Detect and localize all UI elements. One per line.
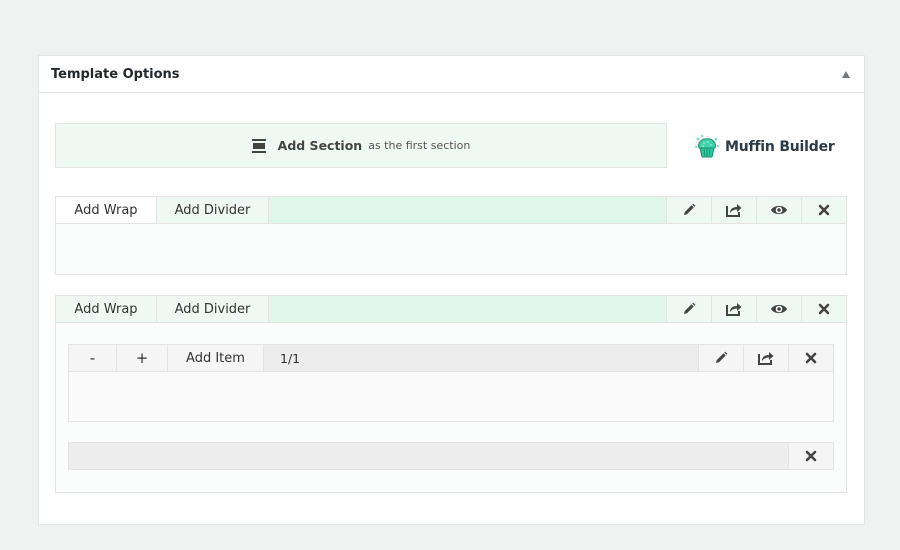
add-wrap-button[interactable]: Add Wrap: [56, 197, 157, 223]
pencil-icon: [716, 351, 728, 363]
wrap-toolbar: - + Add Item 1/1: [69, 345, 833, 372]
close-icon: [818, 204, 830, 216]
muffin-icon: [694, 134, 720, 158]
delete-divider-button[interactable]: [788, 443, 833, 469]
section-drag-handle[interactable]: [269, 296, 666, 322]
delete-wrap-button[interactable]: [788, 345, 833, 371]
panel-header[interactable]: Template Options: [39, 56, 864, 93]
close-icon: [805, 352, 817, 364]
template-options-panel: Template Options Add Section as the firs…: [38, 55, 865, 525]
add-section-label: Add Section: [277, 138, 363, 153]
add-divider-button[interactable]: Add Divider: [157, 197, 269, 223]
pencil-icon: [684, 203, 696, 215]
eye-icon: [771, 205, 787, 215]
add-item-button[interactable]: Add Item: [168, 345, 264, 371]
hide-section-button[interactable]: [756, 197, 801, 223]
delete-section-button[interactable]: [801, 197, 846, 223]
triangle-up-icon[interactable]: [842, 70, 850, 78]
clone-section-button[interactable]: [711, 296, 756, 322]
logo-text: Muffin Builder: [725, 139, 835, 155]
add-wrap-button[interactable]: Add Wrap: [56, 296, 157, 322]
clone-section-button[interactable]: [711, 197, 756, 223]
panel-title: Template Options: [51, 66, 180, 82]
delete-section-button[interactable]: [801, 296, 846, 322]
section-drag-handle[interactable]: [269, 197, 666, 223]
builder-section: Add Wrap Add Divider: [55, 196, 847, 275]
increase-wrap-size-button[interactable]: +: [117, 345, 168, 371]
wrap-container: - + Add Item 1/1: [68, 344, 834, 422]
close-icon: [805, 450, 817, 462]
decrease-wrap-size-button[interactable]: -: [69, 345, 117, 371]
section-toolbar: Add Wrap Add Divider: [56, 197, 846, 224]
add-divider-button[interactable]: Add Divider: [157, 296, 269, 322]
section-icon: [251, 138, 266, 153]
share-icon: [758, 352, 774, 365]
wrap-size-label: 1/1: [264, 345, 698, 371]
builder-section: Add Wrap Add Divider - + Add Item 1/1: [55, 295, 847, 493]
share-icon: [726, 204, 742, 217]
pencil-icon: [684, 302, 696, 314]
share-icon: [726, 303, 742, 316]
edit-wrap-button[interactable]: [698, 345, 743, 371]
edit-section-button[interactable]: [666, 296, 711, 322]
add-section-hint: as the first section: [368, 139, 471, 152]
section-toolbar: Add Wrap Add Divider: [56, 296, 846, 323]
eye-icon: [771, 304, 787, 314]
add-section-button[interactable]: Add Section as the first section: [55, 123, 667, 168]
edit-section-button[interactable]: [666, 197, 711, 223]
muffin-builder-logo: Muffin Builder: [693, 133, 835, 161]
divider-container: [68, 442, 834, 470]
clone-wrap-button[interactable]: [743, 345, 788, 371]
hide-section-button[interactable]: [756, 296, 801, 322]
close-icon: [818, 303, 830, 315]
